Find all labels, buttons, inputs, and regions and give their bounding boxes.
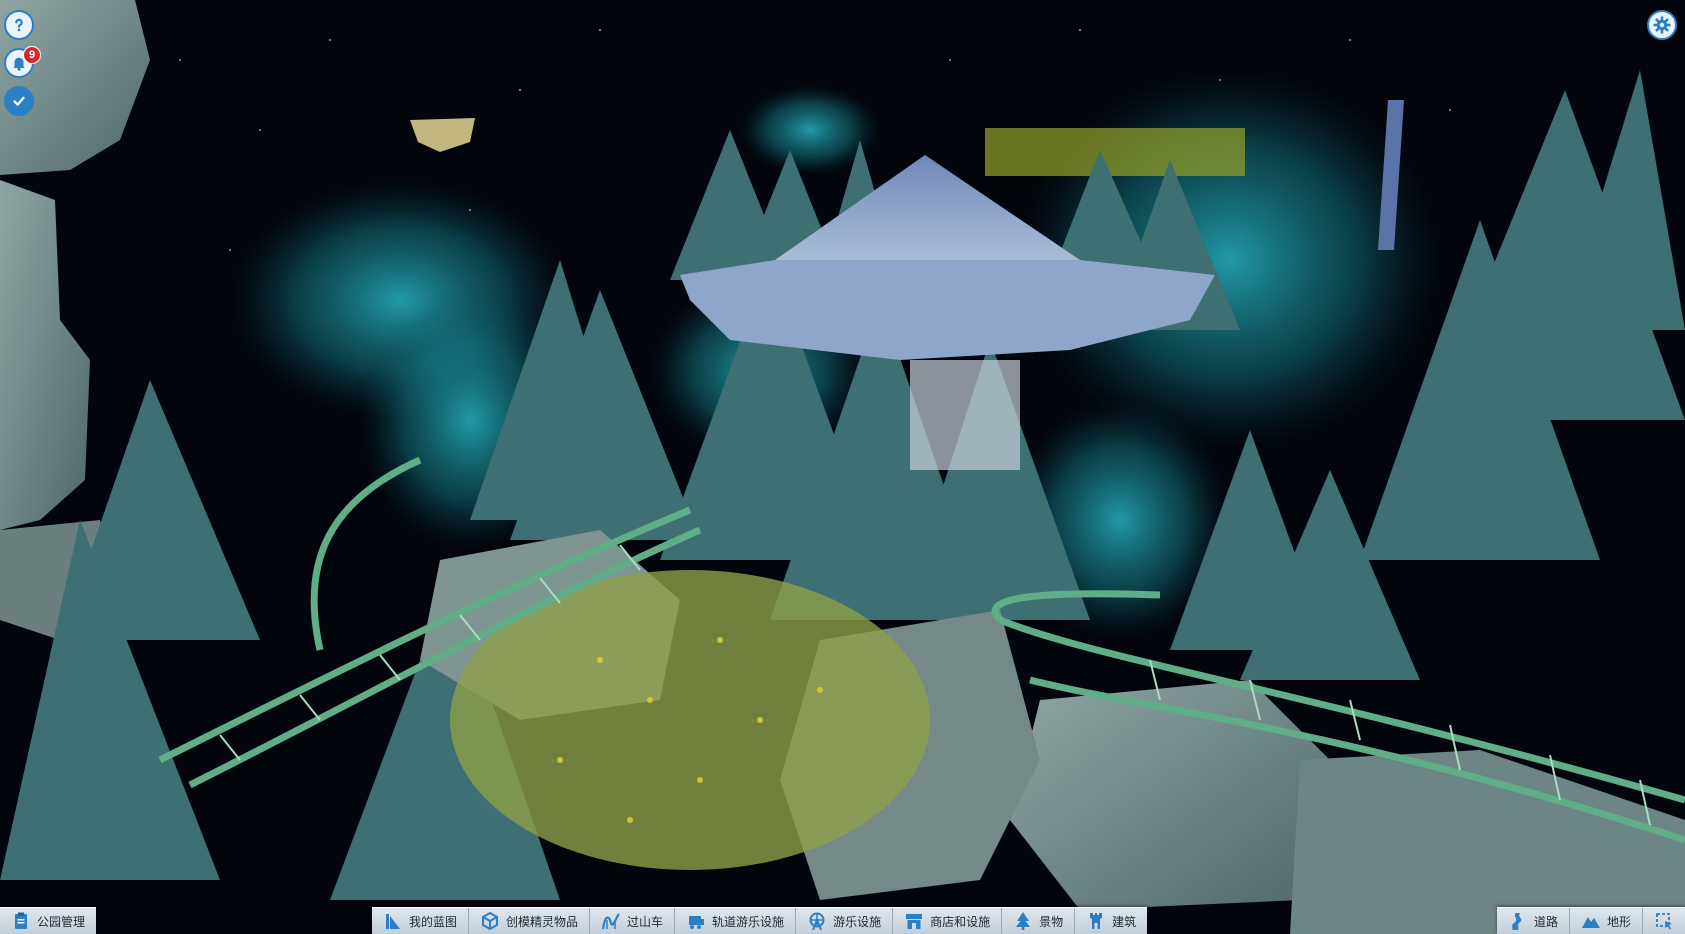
toolbar-left: 公园管理 (0, 907, 97, 934)
construction-button[interactable]: 建筑 (1075, 908, 1147, 934)
mountain-icon (1581, 917, 1600, 928)
track-rides-button[interactable]: 轨道游乐设施 (675, 908, 797, 934)
hud-left-buttons: 9 (4, 10, 41, 116)
construction-label: 建筑 (1112, 914, 1137, 929)
check-icon (13, 96, 25, 106)
my-blueprints-label: 我的蓝图 (409, 914, 458, 929)
selection-icon (1656, 913, 1672, 930)
tree-icon (1016, 912, 1031, 930)
coasters-button[interactable]: 过山车 (590, 908, 676, 934)
help-button[interactable] (4, 10, 34, 40)
terrain-label: 地形 (1606, 914, 1631, 929)
scenery-label: 景物 (1039, 914, 1064, 929)
park-management-button[interactable]: 公园管理 (0, 908, 96, 934)
park-management-label: 公园管理 (37, 914, 86, 929)
modder-items-label: 创模精灵物品 (506, 914, 579, 929)
ferris-wheel-icon (809, 912, 825, 931)
paths-label: 道路 (1533, 914, 1558, 929)
modder-items-button[interactable]: 创模精灵物品 (469, 908, 591, 934)
question-icon (15, 18, 23, 32)
my-blueprints-button[interactable]: 我的蓝图 (372, 908, 470, 934)
flat-rides-label: 游乐设施 (833, 914, 882, 929)
settings-button[interactable] (1647, 10, 1677, 40)
paths-button[interactable]: 道路 (1497, 908, 1570, 934)
floating-grass (985, 128, 1245, 176)
train-icon (689, 916, 705, 929)
notification-count-badge: 9 (23, 46, 41, 64)
gear-icon (1653, 16, 1671, 34)
shop-icon (906, 914, 923, 929)
castle-tower-icon (1090, 913, 1103, 929)
notifications-button[interactable]: 9 (4, 46, 41, 78)
blueprint-icon (386, 914, 400, 929)
scenery-button[interactable]: 景物 (1002, 908, 1076, 934)
track-rides-label: 轨道游乐设施 (712, 914, 785, 929)
clipboard-icon (15, 912, 27, 929)
objectives-button[interactable] (4, 86, 34, 116)
path-icon (1511, 913, 1522, 930)
cube-icon (482, 911, 499, 931)
terrain-button[interactable]: 地形 (1570, 908, 1643, 934)
game-viewport[interactable] (0, 0, 1685, 934)
shops-facilities-button[interactable]: 商店和设施 (893, 908, 1003, 934)
selection-tool-button[interactable] (1643, 908, 1685, 934)
toolbar-right: 道路 地形 (1496, 907, 1685, 934)
shops-facilities-label: 商店和设施 (930, 914, 991, 929)
coaster-icon (601, 913, 620, 930)
toolbar-center: 我的蓝图 创模精灵物品 过山车 轨道游乐设施 游乐设施 商店和设施 景物 建筑 (372, 907, 1148, 934)
coasters-label: 过山车 (627, 914, 664, 929)
flat-rides-button[interactable]: 游乐设施 (796, 908, 894, 934)
